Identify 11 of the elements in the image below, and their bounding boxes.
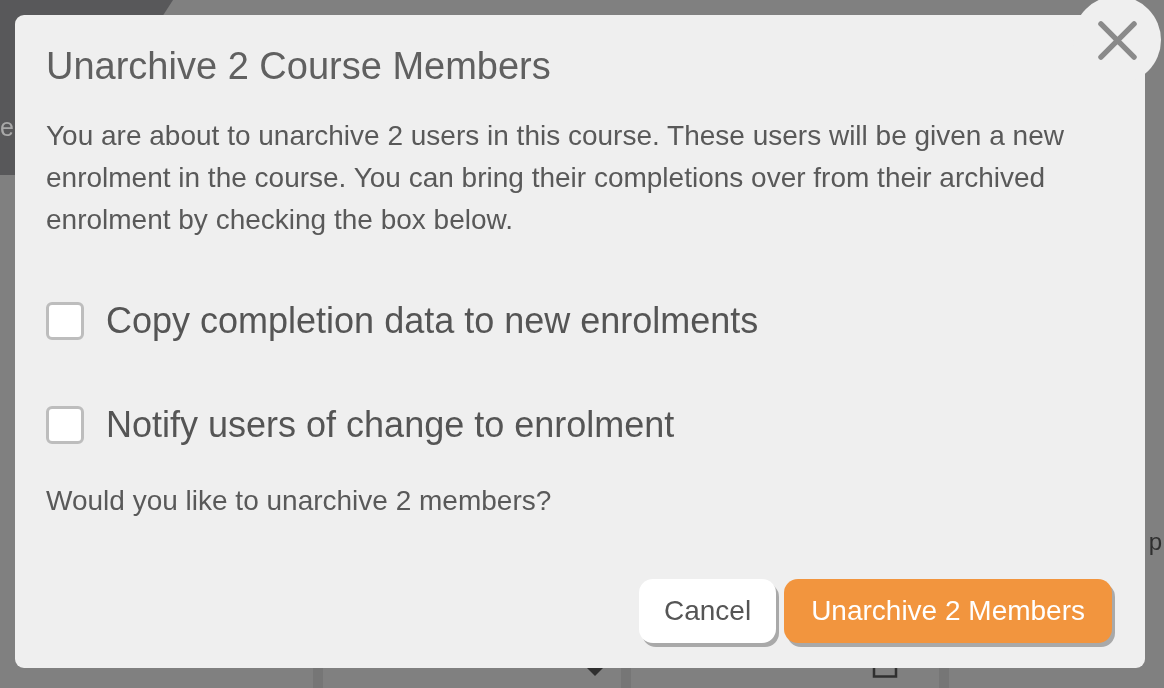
checkbox-label: Copy completion data to new enrolments xyxy=(106,299,759,343)
side-text: p xyxy=(1148,530,1162,554)
dialog-title: Unarchive 2 Course Members xyxy=(46,44,551,89)
checkbox[interactable] xyxy=(46,302,84,340)
dialog-message: You are about to unarchive 2 users in this course. These users will be given a new enrolment in the course. You can bring their completions over from their archived enrolment by checking the box below. xyxy=(46,119,1065,237)
checkbox[interactable] xyxy=(46,406,84,444)
checkbox-label: Notify users of change to enrolment xyxy=(106,403,675,447)
confirm-question: Would you like to unarchive 2 members? xyxy=(46,484,552,518)
close-icon xyxy=(1097,20,1137,60)
banner-text: e xyxy=(0,112,14,142)
calendar-icon xyxy=(872,668,898,678)
